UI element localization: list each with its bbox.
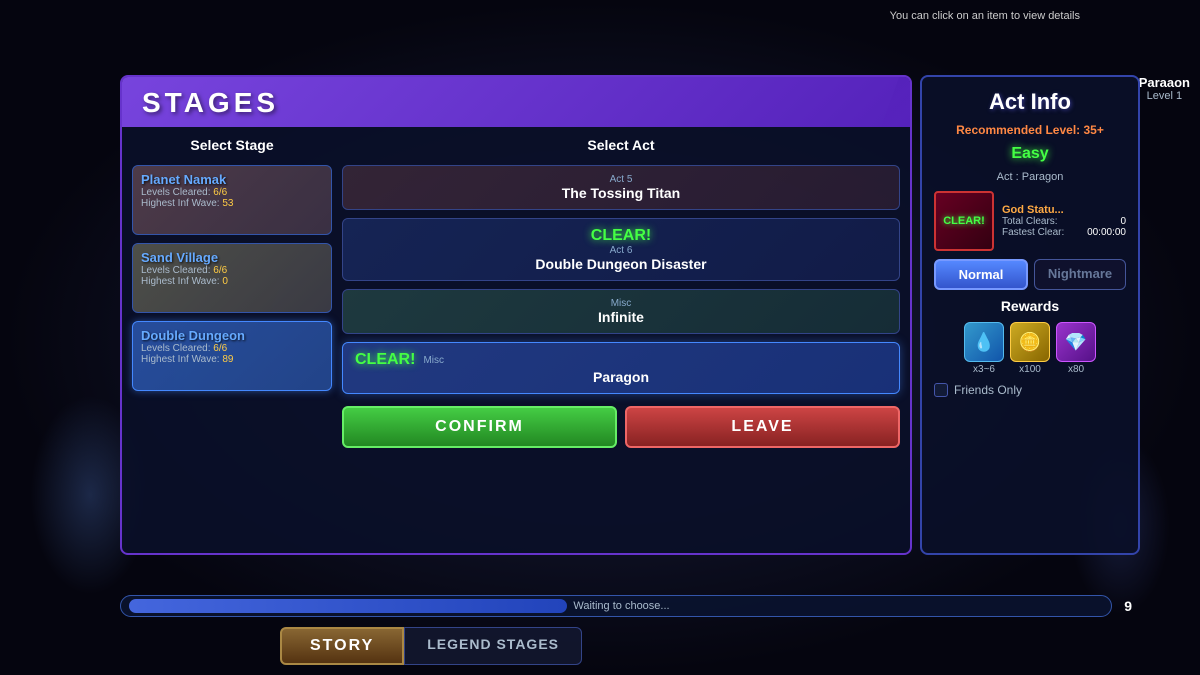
main-panel: STAGES Select Stage Planet Namak Levels …: [120, 75, 1140, 555]
act-preview-section: CLEAR! God Statu... Total Clears: 0 Fast…: [934, 191, 1126, 251]
act-name-titan: The Tossing Titan: [355, 185, 887, 201]
select-stage-column: Select Stage Planet Namak Levels Cleared…: [132, 137, 332, 543]
act-preview-image: CLEAR!: [934, 191, 994, 251]
rewards-row: 💧 x3~6 🪙 x100 💎 x80: [934, 322, 1126, 375]
tab-story[interactable]: STORY: [280, 627, 404, 665]
select-act-label: Select Act: [342, 137, 900, 153]
act-item-infinite[interactable]: Misc Infinite: [342, 289, 900, 334]
stages-panel: STAGES Select Stage Planet Namak Levels …: [120, 75, 912, 555]
act-item-tossing-titan[interactable]: Act 5 The Tossing Titan: [342, 165, 900, 210]
stage-stat-levels-namak: Levels Cleared: 6/6: [141, 187, 323, 198]
act-preview-clear-badge: CLEAR!: [943, 215, 985, 227]
bottom-tabs: STORY LEGEND STAGES: [280, 627, 582, 665]
stages-body: Select Stage Planet Namak Levels Cleared…: [122, 127, 910, 553]
stage-stat-wave-namak: Highest Inf Wave: 53: [141, 198, 323, 209]
act-label-paragon: Misc: [423, 355, 444, 366]
normal-button[interactable]: Normal: [934, 259, 1028, 290]
reward-icon-water: 💧: [964, 322, 1004, 362]
act-paragon-label: Act : Paragon: [934, 171, 1126, 183]
nightmare-button[interactable]: Nightmare: [1034, 259, 1126, 290]
act-clear-disaster: CLEAR!: [355, 227, 887, 245]
player-info-panel: Paraaon Level 1: [1139, 75, 1190, 102]
reward-item-gold: 🪙 x100: [1010, 322, 1050, 375]
friends-only-label: Friends Only: [954, 383, 1022, 397]
confirm-button[interactable]: CONFIRM: [342, 406, 617, 448]
stage-content-sand: Sand Village Levels Cleared: 6/6 Highest…: [141, 250, 323, 287]
tab-legend-stages[interactable]: LEGEND STAGES: [404, 627, 582, 665]
act-content-infinite: Misc Infinite: [355, 298, 887, 325]
reward-count-gold: x100: [1019, 364, 1041, 375]
friends-only-row: Friends Only: [934, 383, 1126, 397]
act-label-infinite: Misc: [355, 298, 887, 309]
rewards-title: Rewards: [934, 298, 1126, 314]
player-name: Paraaon: [1139, 75, 1190, 90]
act-name-disaster: Double Dungeon Disaster: [355, 256, 887, 272]
fastest-clear-row: Fastest Clear: 00:00:00: [1002, 227, 1126, 238]
stage-stat-levels-sand: Levels Cleared: 6/6: [141, 265, 323, 276]
reward-icon-gold: 🪙: [1010, 322, 1050, 362]
god-status: God Statu...: [1002, 204, 1126, 216]
waiting-progress-bar: Waiting to choose...: [120, 595, 1112, 617]
total-clears-label: Total Clears:: [1002, 216, 1058, 227]
stage-name-namak: Planet Namak: [141, 172, 323, 187]
select-act-column: Select Act Act 5 The Tossing Titan CLEAR…: [342, 137, 900, 543]
total-clears-value: 0: [1120, 216, 1126, 227]
bottom-status-bar: Waiting to choose... 9: [120, 592, 1140, 620]
act-item-double-dungeon-disaster[interactable]: CLEAR! Act 6 Double Dungeon Disaster: [342, 218, 900, 281]
difficulty-label: Easy: [934, 145, 1126, 163]
stage-stat-wave-sand: Highest Inf Wave: 0: [141, 276, 323, 287]
reward-count-gem: x80: [1068, 364, 1084, 375]
friends-only-checkbox[interactable]: [934, 383, 948, 397]
fastest-clear-value: 00:00:00: [1087, 227, 1126, 238]
stage-item-planet-namak[interactable]: Planet Namak Levels Cleared: 6/6 Highest…: [132, 165, 332, 235]
waiting-fill: [129, 599, 567, 613]
act-clear-paragon: CLEAR!: [355, 351, 415, 369]
stage-stat-wave-dungeon: Highest Inf Wave: 89: [141, 354, 323, 365]
act-info-panel: Act Info Recommended Level: 35+ Easy Act…: [920, 75, 1140, 555]
waiting-text: Waiting to choose...: [573, 600, 669, 612]
player-count-badge: 9: [1116, 598, 1140, 614]
reward-item-gem: 💎 x80: [1056, 322, 1096, 375]
select-stage-label: Select Stage: [132, 137, 332, 153]
player-level: Level 1: [1139, 90, 1190, 102]
stages-title-bar: STAGES: [122, 77, 910, 127]
stage-content-dungeon: Double Dungeon Levels Cleared: 6/6 Highe…: [141, 328, 323, 365]
act-name-infinite: Infinite: [355, 309, 887, 325]
stage-item-double-dungeon[interactable]: Double Dungeon Levels Cleared: 6/6 Highe…: [132, 321, 332, 391]
total-clears-row: Total Clears: 0: [1002, 216, 1126, 227]
act-preview-stats: God Statu... Total Clears: 0 Fastest Cle…: [1002, 204, 1126, 238]
stage-name-dungeon: Double Dungeon: [141, 328, 323, 343]
act-content-paragon: CLEAR! Misc Paragon: [355, 351, 887, 385]
act-info-title: Act Info: [934, 89, 1126, 115]
stage-name-sand: Sand Village: [141, 250, 323, 265]
stage-stat-levels-dungeon: Levels Cleared: 6/6: [141, 343, 323, 354]
fastest-clear-label: Fastest Clear:: [1002, 227, 1064, 238]
act-content-titan: Act 5 The Tossing Titan: [355, 174, 887, 201]
act-label-disaster: Act 6: [355, 245, 887, 256]
top-hint: You can click on an item to view details: [890, 10, 1080, 22]
leave-button[interactable]: LEAVE: [625, 406, 900, 448]
stage-content-namak: Planet Namak Levels Cleared: 6/6 Highest…: [141, 172, 323, 209]
difficulty-buttons: Normal Nightmare: [934, 259, 1126, 290]
act-item-paragon[interactable]: CLEAR! Misc Paragon: [342, 342, 900, 394]
reward-count-water: x3~6: [973, 364, 995, 375]
reward-item-water: 💧 x3~6: [964, 322, 1004, 375]
act-content-disaster: CLEAR! Act 6 Double Dungeon Disaster: [355, 227, 887, 272]
reward-icon-gem: 💎: [1056, 322, 1096, 362]
action-buttons-row: CONFIRM LEAVE: [342, 406, 900, 448]
stage-item-sand-village[interactable]: Sand Village Levels Cleared: 6/6 Highest…: [132, 243, 332, 313]
recommended-level: Recommended Level: 35+: [934, 123, 1126, 137]
act-name-paragon: Paragon: [355, 369, 887, 385]
stages-title: STAGES: [142, 87, 890, 119]
act-label-titan: Act 5: [355, 174, 887, 185]
